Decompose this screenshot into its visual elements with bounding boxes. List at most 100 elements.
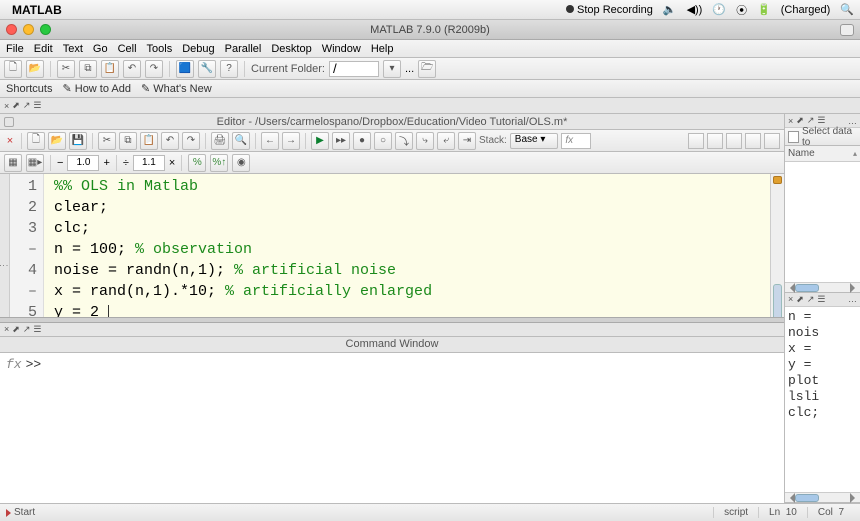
cell-insert-above-button[interactable]: %↑ — [210, 154, 228, 172]
undo-button[interactable]: ↶ — [123, 60, 141, 78]
cut-button[interactable]: ✂ — [57, 60, 75, 78]
run-button[interactable]: ▶ — [311, 132, 329, 150]
code-line[interactable]: y = 2 — [54, 302, 784, 317]
dock-close-icon[interactable]: × — [4, 101, 9, 111]
view-single-button[interactable] — [688, 133, 704, 149]
folder-up-button[interactable]: 🗁 — [418, 60, 436, 78]
increment-value-1[interactable] — [67, 155, 99, 171]
bluetooth-icon[interactable]: ⦿ — [736, 2, 747, 18]
folder-dropdown-button[interactable]: ▾ — [383, 60, 401, 78]
increment-value-2[interactable] — [133, 155, 165, 171]
window-titlebar[interactable]: MATLAB 7.9.0 (R2009b) — [0, 20, 860, 40]
minimize-window-button[interactable] — [23, 24, 34, 35]
menu-window[interactable]: Window — [322, 43, 361, 55]
sound-icon[interactable]: ◀)) — [687, 3, 703, 16]
zoom-window-button[interactable] — [40, 24, 51, 35]
menu-tools[interactable]: Tools — [147, 43, 173, 55]
ws-undock-icon[interactable]: ↗ — [807, 115, 815, 126]
clear-bp-button[interactable]: ○ — [374, 132, 392, 150]
back-button[interactable]: ← — [261, 132, 279, 150]
code-line[interactable]: clear; — [54, 197, 784, 218]
menu-help[interactable]: Help — [371, 43, 394, 55]
cell-show-button[interactable]: ◉ — [232, 154, 250, 172]
workspace-body[interactable] — [785, 162, 860, 282]
menu-go[interactable]: Go — [93, 43, 108, 55]
code-pane[interactable]: %% OLS in Matlabclear;clc;n = 100; % obs… — [44, 174, 784, 317]
view-top-button[interactable] — [726, 133, 742, 149]
times-label[interactable]: × — [169, 157, 175, 169]
line-gutter[interactable]: 123 –4 –56 –7 –8 –910 — [10, 174, 44, 317]
copy-button[interactable]: ⧉ — [79, 60, 97, 78]
hist-gear-icon[interactable]: … — [848, 294, 857, 304]
history-item[interactable]: lsli — [788, 389, 857, 405]
view-float-button[interactable] — [745, 133, 761, 149]
history-hscroll[interactable] — [785, 492, 860, 502]
ws-close-icon[interactable]: × — [788, 116, 793, 126]
view-maximize-button[interactable] — [764, 133, 780, 149]
run-section-button[interactable]: ▸▸ — [332, 132, 350, 150]
workspace-name-header[interactable]: Name▴ — [785, 146, 860, 162]
hist-close-icon[interactable]: × — [788, 294, 793, 304]
code-line[interactable]: %% OLS in Matlab — [54, 176, 784, 197]
command-window[interactable]: fx >> — [0, 353, 784, 504]
menu-desktop[interactable]: Desktop — [271, 43, 311, 55]
cell-eval-adv-button[interactable]: ▦▸ — [26, 154, 44, 172]
dock-max-icon[interactable]: ⬈ — [12, 100, 20, 111]
redo-button-2[interactable]: ↷ — [182, 132, 200, 150]
continue-button[interactable]: ⇥ — [458, 132, 476, 150]
cmd-close-icon[interactable]: × — [4, 324, 9, 334]
menu-parallel[interactable]: Parallel — [225, 43, 262, 55]
clock-icon[interactable]: 🕐 — [712, 3, 726, 16]
code-line[interactable]: x = rand(n,1).*10; % artificially enlarg… — [54, 281, 784, 302]
plus-label[interactable]: + — [103, 157, 109, 169]
fx-icon[interactable]: fx — [6, 357, 22, 500]
menu-edit[interactable]: Edit — [34, 43, 53, 55]
menu-cell[interactable]: Cell — [118, 43, 137, 55]
history-item[interactable]: n = — [788, 309, 857, 325]
code-line[interactable]: n = 100; % observation — [54, 239, 784, 260]
view-side-button[interactable] — [707, 133, 723, 149]
open-file-button[interactable]: 📂 — [26, 60, 44, 78]
toolbar-toggle-button[interactable] — [840, 24, 854, 36]
save-button[interactable]: 💾 — [69, 132, 87, 150]
new-file-button[interactable]: 🗋 — [4, 60, 22, 78]
minus-label[interactable]: − — [57, 157, 63, 169]
battery-icon[interactable]: 🔋 — [757, 3, 771, 16]
breakpoint-button[interactable]: ● — [353, 132, 371, 150]
history-item[interactable]: plot — [788, 373, 857, 389]
print-button[interactable]: 🖨 — [211, 132, 229, 150]
stop-recording[interactable]: Stop Recording — [566, 4, 653, 16]
ws-gear-icon[interactable]: … — [848, 116, 857, 126]
history-item[interactable]: nois — [788, 325, 857, 341]
guide-button[interactable]: 🔧 — [198, 60, 216, 78]
copy-button-2[interactable]: ⧉ — [119, 132, 137, 150]
workspace-select-data[interactable]: Select data to — [785, 128, 860, 146]
code-line[interactable]: clc; — [54, 218, 784, 239]
hist-max-icon[interactable]: ⬈ — [796, 294, 804, 305]
stack-selector[interactable]: Base ▾ — [510, 133, 559, 149]
ws-menu-icon[interactable]: ☰ — [817, 115, 825, 126]
open-mfile-button[interactable]: 📂 — [48, 132, 66, 150]
hist-menu-icon[interactable]: ☰ — [817, 294, 825, 305]
editor-close-button[interactable]: × — [4, 135, 16, 147]
forward-button[interactable]: → — [282, 132, 300, 150]
code-line[interactable]: noise = randn(n,1); % artificial noise — [54, 260, 784, 281]
folder-dots[interactable]: ... — [405, 63, 414, 75]
how-to-add-link[interactable]: ✎ How to Add — [62, 82, 131, 95]
step-button[interactable]: ⤵ — [395, 132, 413, 150]
cmd-undock-icon[interactable]: ↗ — [23, 324, 31, 335]
workspace-hscroll[interactable] — [785, 282, 860, 292]
volume-icon[interactable]: 🔈 — [663, 3, 677, 16]
step-in-button[interactable]: ⤷ — [416, 132, 434, 150]
function-hint[interactable]: fx — [561, 133, 591, 149]
history-item[interactable]: x = — [788, 341, 857, 357]
cell-insert-button[interactable]: % — [188, 154, 206, 172]
history-item[interactable]: clc; — [788, 405, 857, 421]
dock-menu-icon[interactable]: ☰ — [33, 100, 41, 111]
hist-undock-icon[interactable]: ↗ — [807, 294, 815, 305]
start-button[interactable]: Start — [6, 507, 35, 518]
history-item[interactable]: y = — [788, 357, 857, 373]
whats-new-link[interactable]: ✎ What's New — [141, 82, 212, 95]
menu-debug[interactable]: Debug — [182, 43, 214, 55]
redo-button[interactable]: ↷ — [145, 60, 163, 78]
